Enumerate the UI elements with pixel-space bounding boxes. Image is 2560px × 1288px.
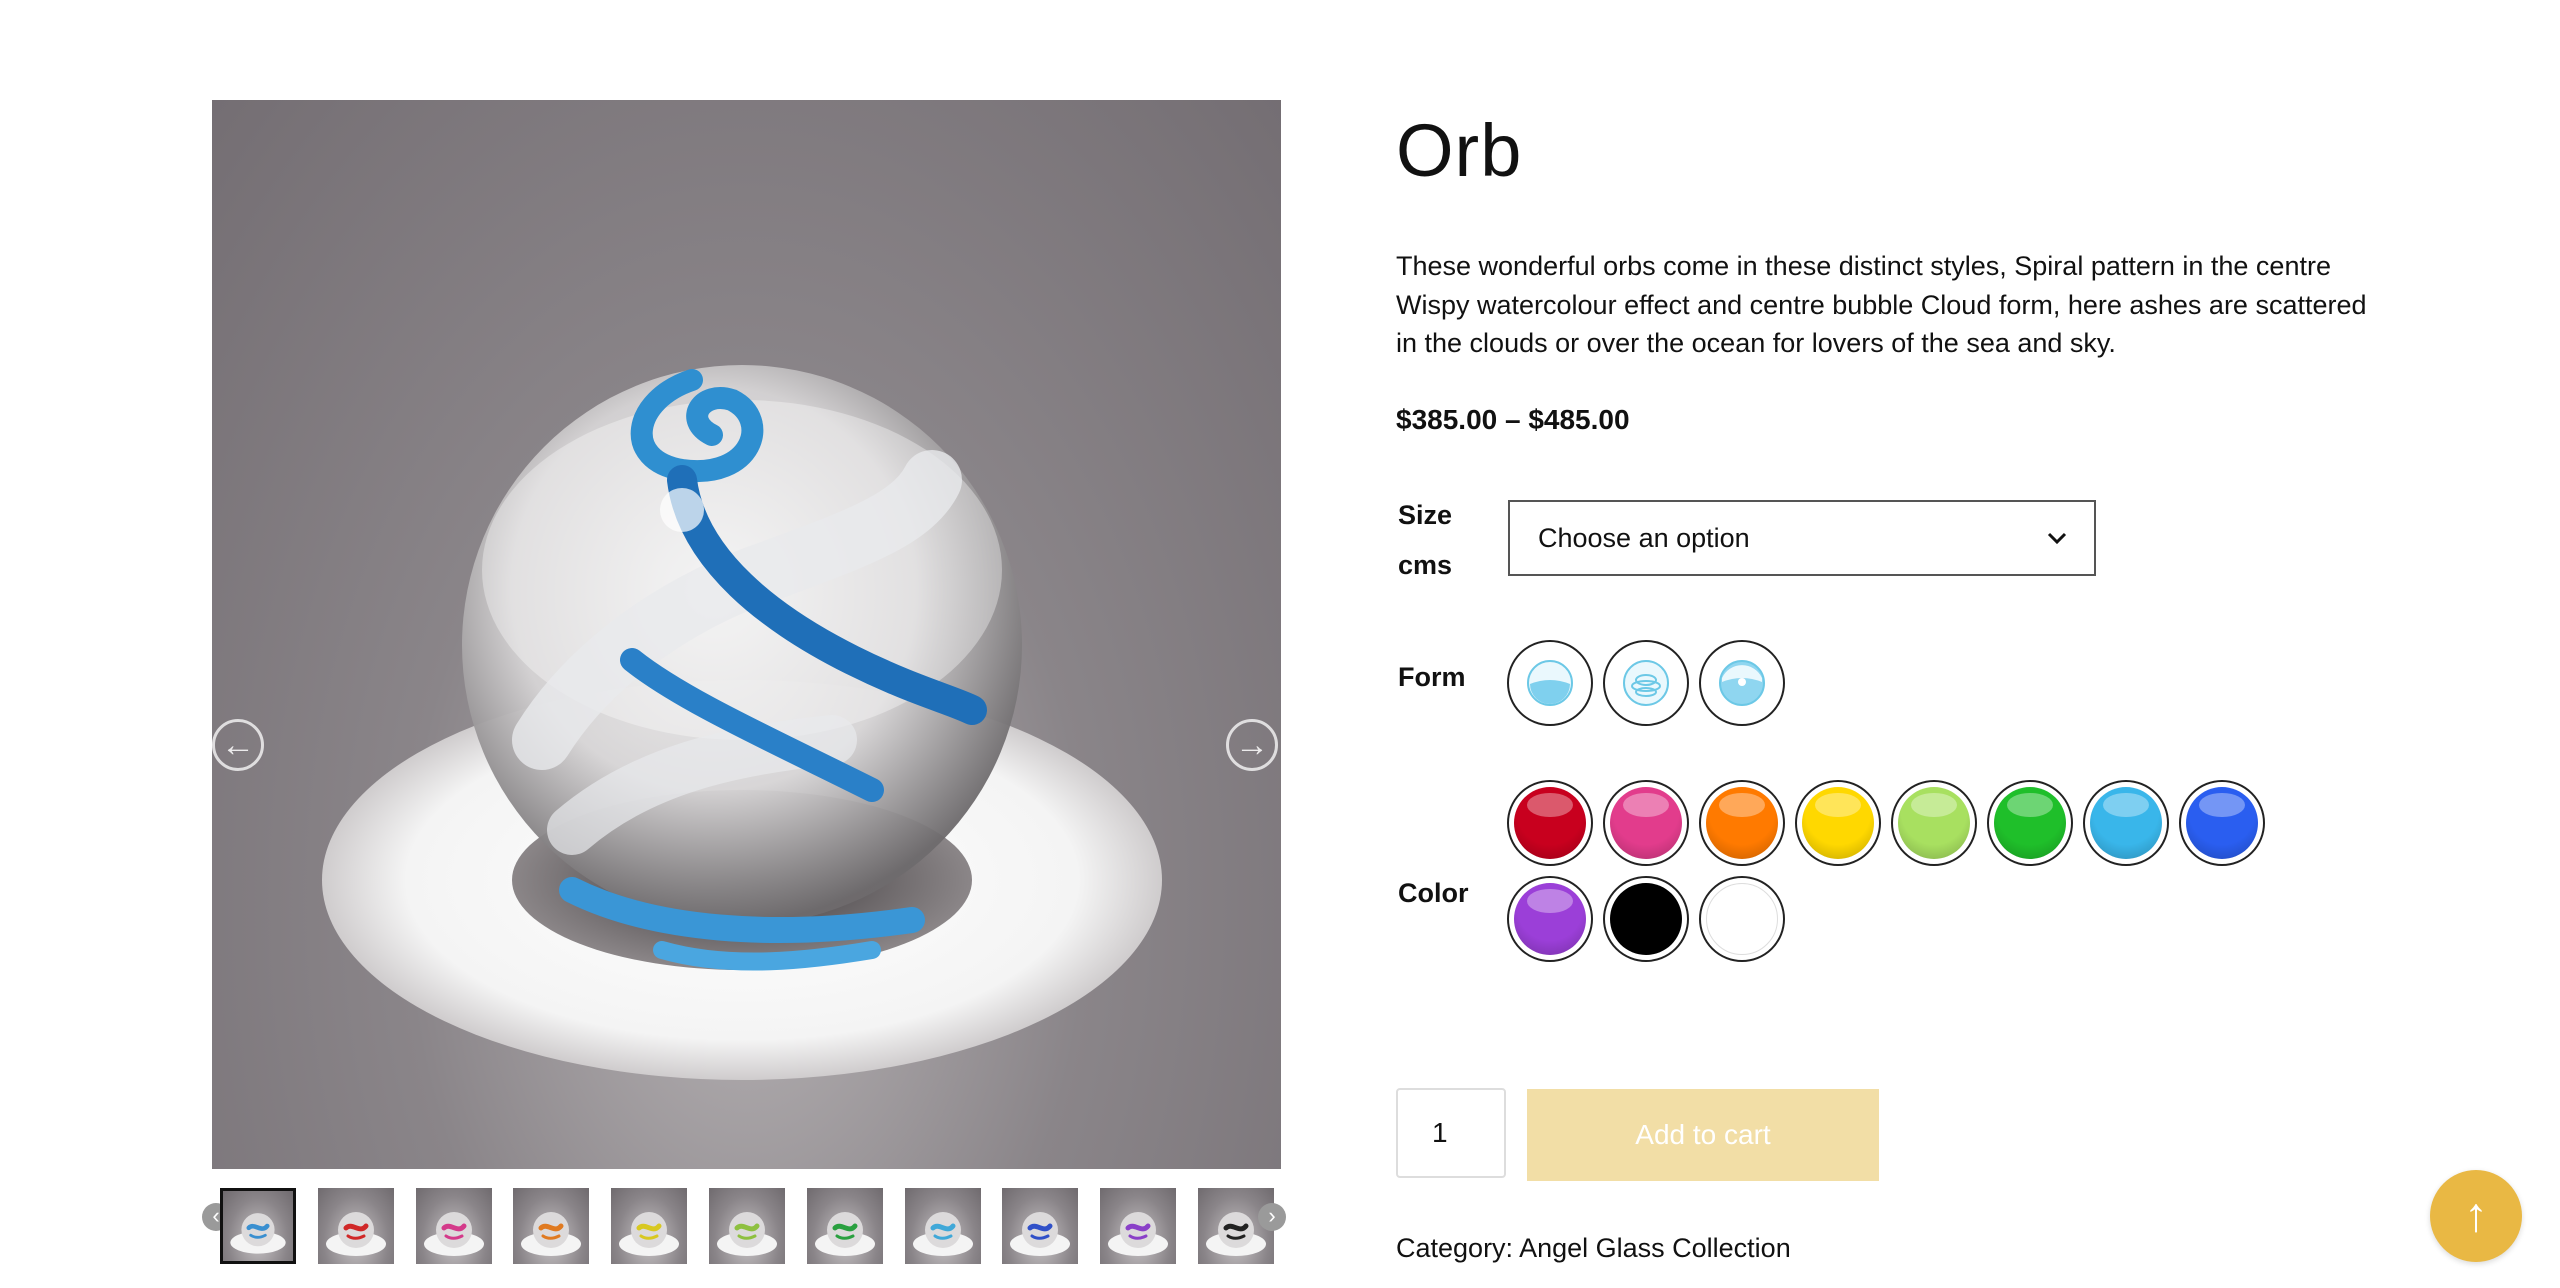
thumbnail-orb-image xyxy=(325,1212,386,1256)
gallery-next-arrow-icon[interactable]: → xyxy=(1226,719,1278,771)
color-swatch-fill xyxy=(1898,787,1970,859)
orb-photo xyxy=(322,365,1162,1080)
thumbnail-orb-image xyxy=(814,1212,875,1256)
thumbnail-item[interactable] xyxy=(317,1188,394,1264)
color-swatch-fill xyxy=(1706,883,1778,955)
color-swatch-purple[interactable] xyxy=(1507,876,1593,962)
form-swatch-spiral[interactable] xyxy=(1603,640,1689,726)
thumbnail-item[interactable] xyxy=(806,1188,883,1264)
color-swatch-fill xyxy=(2186,787,2258,859)
color-swatch-fill xyxy=(1706,787,1778,859)
form-swatch-icon xyxy=(1610,647,1682,719)
thumbnail-orb-image xyxy=(619,1212,680,1256)
color-swatch-fill xyxy=(1802,787,1874,859)
form-swatch-icon xyxy=(1514,647,1586,719)
color-attribute-label: Color xyxy=(1398,878,1469,908)
thumbnail-orb-image xyxy=(912,1212,973,1256)
product-price-range: $385.00 – $485.00 xyxy=(1396,404,1630,435)
thumbnail-strip xyxy=(200,1186,1290,1266)
thumbnail-orb-image xyxy=(1108,1212,1169,1256)
form-swatch-bubble[interactable] xyxy=(1699,640,1785,726)
product-category: Category: Angel Glass Collection xyxy=(1396,1233,1791,1264)
product-main-image[interactable]: ← → xyxy=(212,100,1281,1169)
quantity-input[interactable] xyxy=(1396,1088,1506,1178)
category-label: Category: xyxy=(1396,1233,1514,1263)
form-swatch-cloud[interactable] xyxy=(1507,640,1593,726)
color-swatch-white[interactable] xyxy=(1699,876,1785,962)
thumbnail-orb-image xyxy=(521,1212,582,1256)
thumbnail-item[interactable] xyxy=(415,1188,492,1264)
color-swatch-fill xyxy=(1610,883,1682,955)
thumbnail-item[interactable] xyxy=(709,1188,785,1264)
color-swatch-lime[interactable] xyxy=(1891,780,1977,866)
product-description: These wonderful orbs come in these disti… xyxy=(1396,251,2367,358)
color-swatch-orange[interactable] xyxy=(1699,780,1785,866)
color-swatch-green[interactable] xyxy=(1987,780,2073,866)
size-select-value: Choose an option xyxy=(1538,522,1750,553)
form-attribute-label: Form xyxy=(1398,662,1466,692)
product-title: Orb xyxy=(1396,109,1523,192)
thumbnail-item[interactable] xyxy=(513,1188,590,1264)
color-swatch-fill xyxy=(1994,787,2066,859)
color-swatch-fill xyxy=(1514,883,1586,955)
category-link[interactable]: Angel Glass Collection xyxy=(1519,1233,1791,1263)
size-attribute-label: Size cms xyxy=(1398,500,1453,580)
chevron-down-icon xyxy=(2047,532,2067,545)
color-swatch-red[interactable] xyxy=(1507,780,1593,866)
color-swatch-black[interactable] xyxy=(1603,876,1689,962)
color-swatch-blue[interactable] xyxy=(2179,780,2265,866)
add-to-cart-button[interactable]: Add to cart xyxy=(1527,1089,1879,1181)
thumbnail-orb-image xyxy=(717,1212,777,1256)
scroll-to-top-arrow-up-icon[interactable]: ↑ xyxy=(2430,1170,2522,1262)
color-swatch-fill xyxy=(1610,787,1682,859)
form-swatch-icon xyxy=(1706,647,1778,719)
size-select[interactable]: Choose an option xyxy=(1508,500,2096,576)
thumbnail-item[interactable] xyxy=(1100,1188,1177,1264)
color-swatch-sky[interactable] xyxy=(2083,780,2169,866)
color-swatch-yellow[interactable] xyxy=(1795,780,1881,866)
thumbnail-item[interactable] xyxy=(1002,1188,1079,1264)
thumbnail-orb-image xyxy=(1010,1212,1071,1256)
thumbnail-item[interactable] xyxy=(904,1188,981,1264)
thumbnail-orb-image xyxy=(423,1212,484,1256)
color-swatch-pink[interactable] xyxy=(1603,780,1689,866)
thumbnail-item[interactable] xyxy=(611,1188,688,1264)
color-swatch-fill xyxy=(1514,787,1586,859)
thumbnail-item[interactable] xyxy=(220,1188,296,1264)
color-swatch-fill xyxy=(2090,787,2162,859)
thumbnail-next-icon[interactable]: › xyxy=(1258,1203,1286,1231)
gallery-prev-arrow-icon[interactable]: ← xyxy=(212,719,264,771)
thumbnail-orb-image xyxy=(230,1213,286,1254)
